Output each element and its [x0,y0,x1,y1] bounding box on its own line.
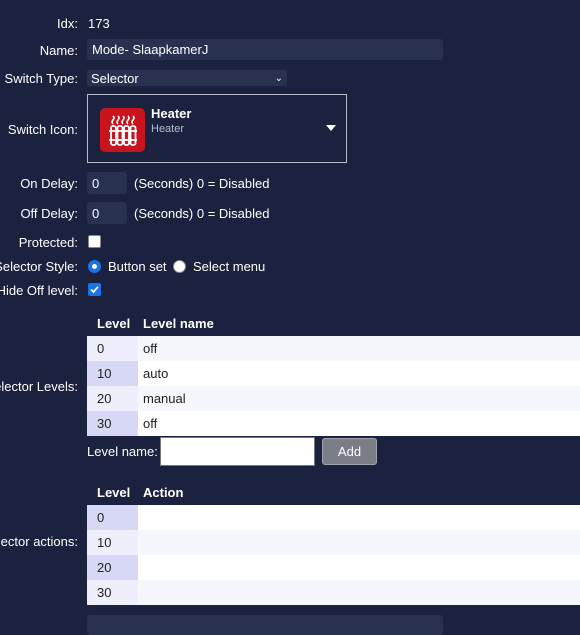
selector-levels-label: Selector Levels: [0,379,78,394]
icon-title: Heater [151,106,192,121]
hide-off-label: Hide Off level: [0,283,78,298]
level-name-cell: manual [138,386,580,411]
name-input-value: Mode- SlaapkamerJ [92,42,209,57]
chevron-down-icon: ⌄ [274,72,283,84]
level-name-cell: off [138,411,580,436]
action-cell[interactable] [138,505,580,530]
style-button-set-label: Button set [108,259,167,274]
level-cell: 20 [87,555,138,580]
style-select-menu-radio[interactable] [173,260,186,273]
levels-table-header: Level Level name [87,310,580,336]
levels-col-name: Level name [143,315,214,331]
action-cell[interactable] [138,530,580,555]
table-row[interactable]: 20 manual [87,386,580,411]
icon-subtitle: Heater [151,123,185,135]
level-cell: 30 [87,411,138,436]
action-cell[interactable] [138,555,580,580]
name-label: Name: [39,43,78,58]
actions-col-level: Level [97,484,131,500]
add-button-label: Add [337,444,362,459]
dropdown-caret-icon[interactable] [326,125,336,131]
style-button-set-radio[interactable] [88,260,101,273]
on-delay-value: 0 [92,175,100,191]
table-row[interactable]: 0 [87,505,580,530]
protected-checkbox[interactable] [88,235,101,248]
switch-type-select[interactable]: Selector ⌄ [87,70,287,86]
table-row[interactable]: 0 off [87,336,580,361]
hide-off-checkbox[interactable] [88,283,101,296]
actions-table-header: Level Action [87,479,580,505]
switch-type-value: Selector [91,70,139,86]
selector-actions-label: Selector actions: [0,534,78,549]
level-name-cell: auto [138,361,580,386]
level-cell: 30 [87,580,138,605]
check-icon [90,286,99,294]
switch-icon-select[interactable]: Heater Heater [87,94,347,163]
table-row[interactable]: 10 [87,530,580,555]
off-delay-label: Off Delay: [20,206,78,221]
idx-value: 173 [88,16,110,31]
off-delay-input[interactable]: 0 [87,202,127,224]
table-row[interactable]: 10 auto [87,361,580,386]
add-level-button[interactable]: Add [322,438,377,465]
table-row[interactable]: 30 off [87,411,580,436]
off-delay-hint: (Seconds) 0 = Disabled [134,206,270,221]
style-select-menu-label: Select menu [193,259,266,274]
selector-style-label: Selector Style: [0,259,78,274]
level-name-input[interactable] [160,437,315,466]
switch-type-label: Switch Type: [4,71,78,86]
idx-label: Idx: [57,16,78,31]
table-row[interactable]: 30 [87,580,580,605]
actions-col-action: Action [143,484,184,500]
off-delay-value: 0 [92,205,100,221]
level-cell: 10 [87,530,138,555]
levels-col-level: Level [97,315,131,331]
table-row[interactable]: 20 [87,555,580,580]
level-cell: 0 [87,336,138,361]
action-cell[interactable] [138,580,580,605]
level-name-label: Level name: [87,444,158,459]
on-delay-input[interactable]: 0 [87,172,127,194]
next-field-input[interactable] [87,615,443,635]
on-delay-label: On Delay: [20,176,78,191]
switch-icon-label: Switch Icon: [7,122,78,137]
level-name-cell: off [138,336,580,361]
levels-table: Level Level name 0 off 10 auto 20 manual… [87,310,580,436]
on-delay-hint: (Seconds) 0 = Disabled [134,176,270,191]
name-input[interactable]: Mode- SlaapkamerJ [87,39,443,60]
level-cell: 20 [87,386,138,411]
protected-label: Protected: [18,235,78,250]
heater-icon [100,108,145,152]
level-cell: 10 [87,361,138,386]
actions-table: Level Action 0 10 20 30 [87,479,580,605]
level-cell: 0 [87,505,138,530]
